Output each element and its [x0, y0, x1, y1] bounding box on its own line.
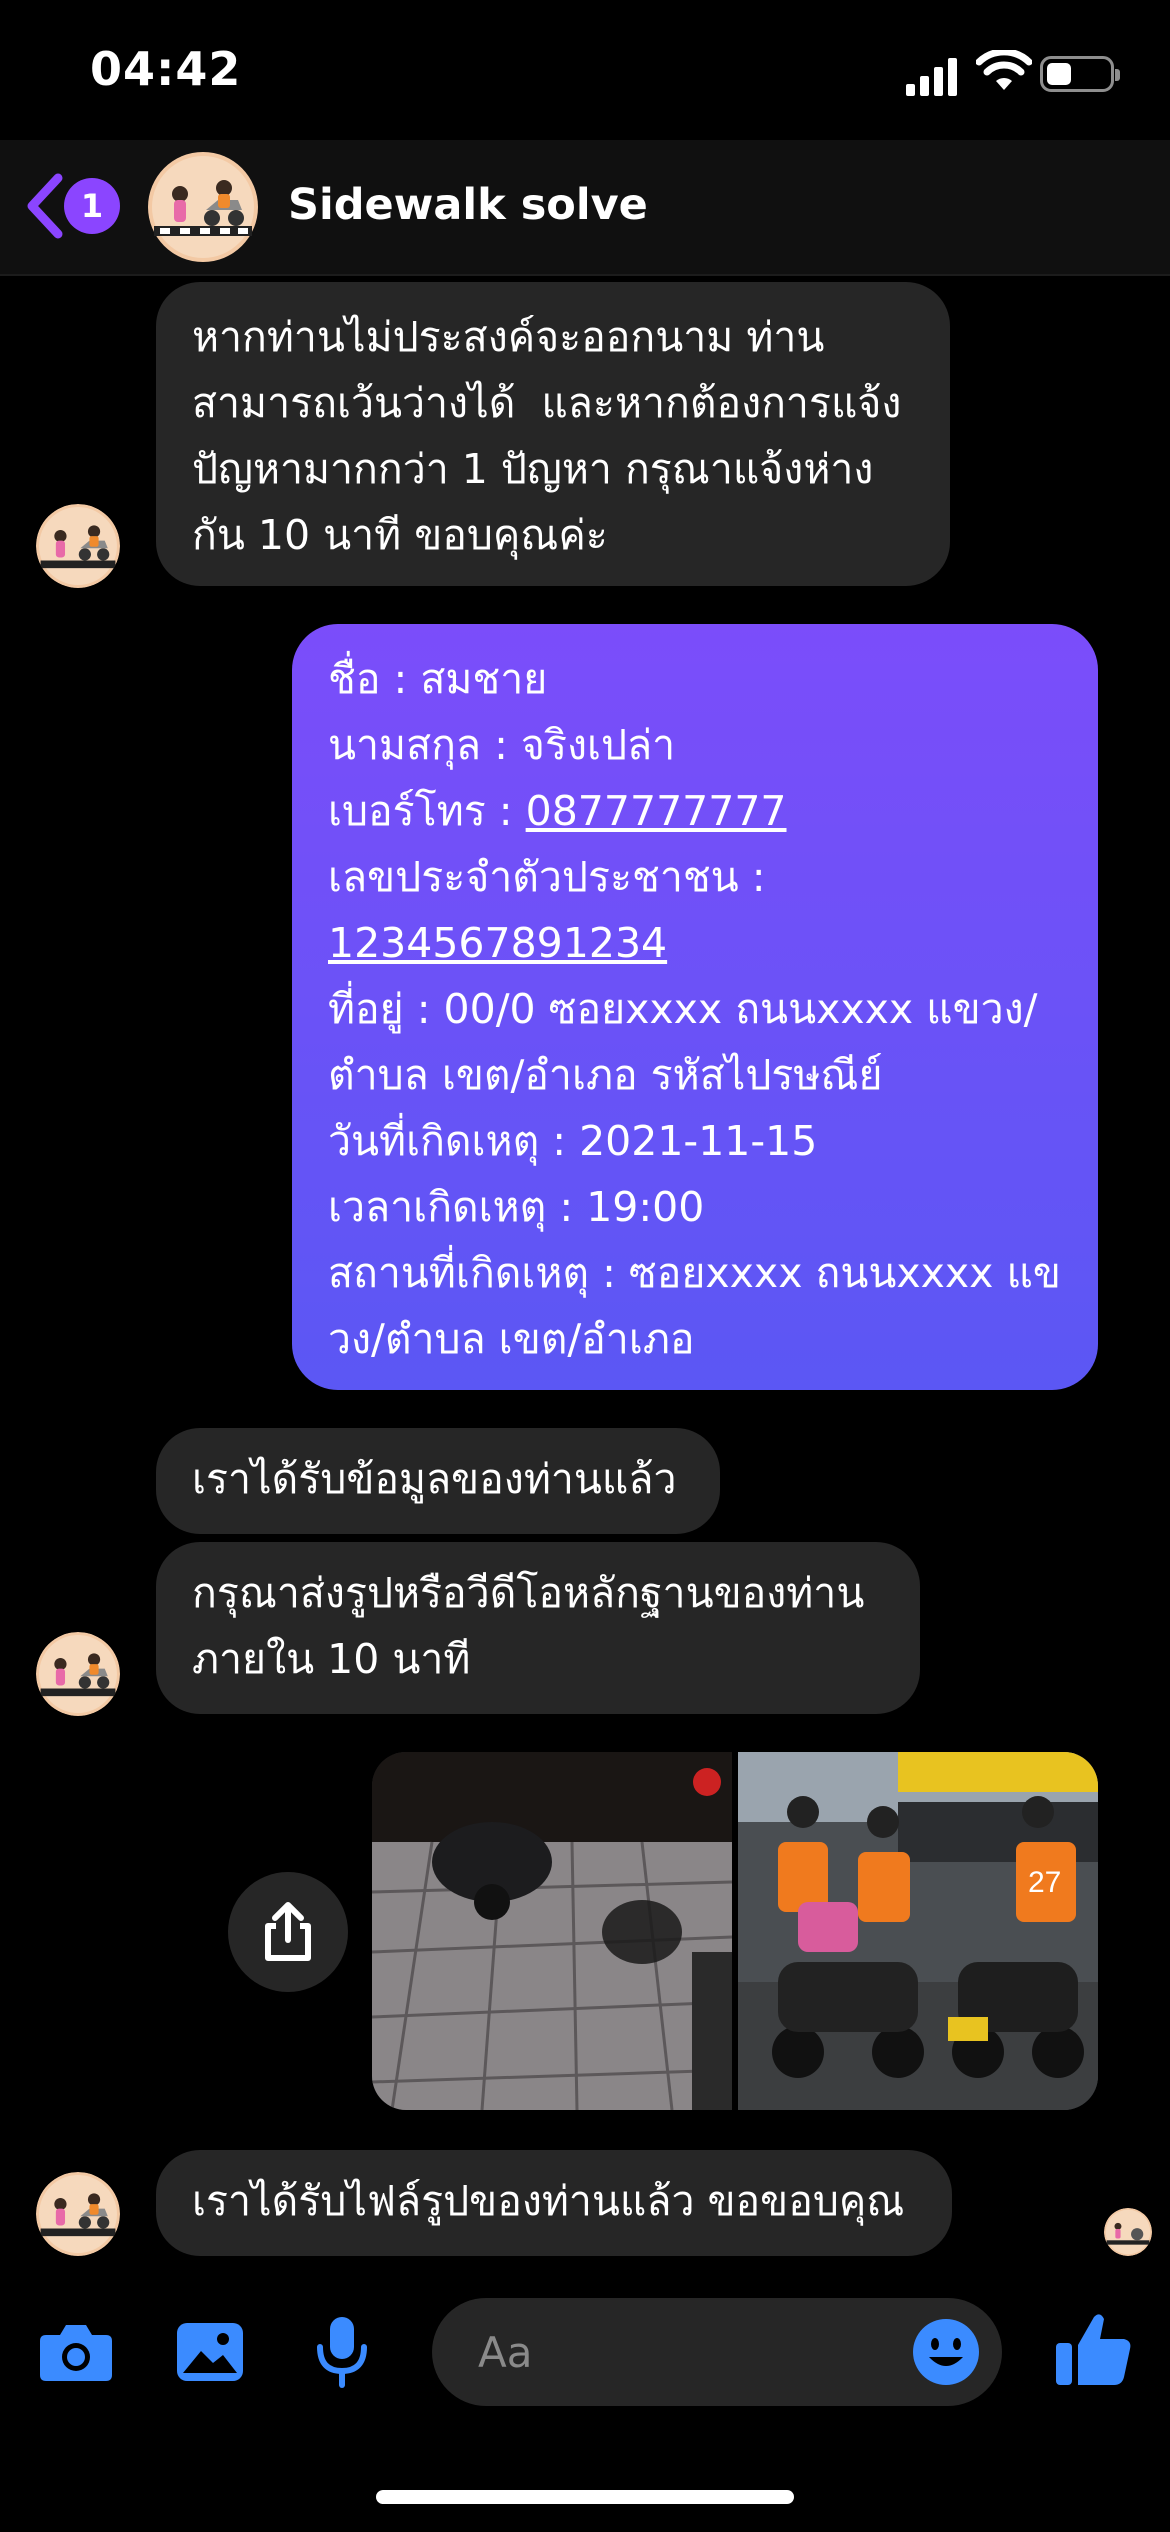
photo-attachment-1[interactable]: [372, 1752, 732, 2110]
wifi-icon: [976, 50, 1032, 90]
contact-avatar[interactable]: [148, 152, 258, 262]
microphone-button[interactable]: [302, 2312, 382, 2392]
message-line-place-1: สถานที่เกิดเหตุ : ซอยxxxx ถนนxxxx แข: [328, 1249, 1061, 1297]
message-line-phone: เบอร์โทร : 0877777777: [328, 778, 1062, 844]
contact-avatar-image: [36, 504, 120, 588]
message-line-time: เวลาเกิดเหตุ : 19:00: [328, 1183, 705, 1231]
motorcycle-taxi-photo: 27: [738, 1752, 1098, 2110]
contact-avatar-image: [1104, 2208, 1152, 2256]
thumbs-up-icon: [1056, 2314, 1131, 2385]
unread-badge: 1: [64, 178, 120, 234]
photo-gallery-icon: [177, 2323, 243, 2381]
message-line-date: วันที่เกิดเหตุ : 2021-11-15: [328, 1117, 818, 1165]
contact-name[interactable]: Sidewalk solve: [288, 180, 648, 230]
contact-avatar-small[interactable]: [36, 1632, 120, 1716]
sidewalk-motorbike-photo: [372, 1752, 732, 2110]
message-line-address-2: ตำบล เขต/อำเภอ รหัสไปรษณีย์: [328, 1051, 883, 1099]
outgoing-message-bubble[interactable]: ชื่อ : สมชาย นามสกุล : จริงเปล่า เบอร์โท…: [292, 624, 1098, 1390]
message-line-place-2: วง/ตำบล เขต/อำเภอ: [328, 1315, 695, 1363]
contact-avatar-small[interactable]: [36, 2172, 120, 2256]
phone-number-link[interactable]: 0877777777: [526, 787, 787, 835]
contact-avatar-image: [148, 152, 258, 262]
emoji-icon: [913, 2319, 979, 2385]
camera-button[interactable]: [36, 2312, 116, 2392]
cellular-signal-icon: [906, 58, 957, 96]
seen-receipt-avatar: [1104, 2208, 1152, 2256]
home-indicator: [376, 2490, 794, 2504]
photo-attachment-2[interactable]: 27: [738, 1752, 1098, 2110]
battery-icon: [1040, 56, 1120, 92]
message-line-name: ชื่อ : สมชาย: [328, 655, 548, 703]
like-button[interactable]: [1050, 2306, 1136, 2392]
share-button[interactable]: [228, 1872, 348, 1992]
incoming-message-bubble[interactable]: เราได้รับไฟล์รูปของท่านแล้ว ขอขอบคุณ: [156, 2150, 952, 2256]
message-input[interactable]: [476, 2326, 900, 2378]
microphone-icon: [317, 2317, 367, 2388]
incoming-message-bubble[interactable]: เราได้รับข้อมูลของท่านแล้ว: [156, 1428, 720, 1534]
incoming-message-bubble[interactable]: กรุณาส่งรูปหรือวีดีโอหลักฐานของท่าน ภายใ…: [156, 1542, 920, 1714]
incoming-message-bubble[interactable]: หากท่านไม่ประสงค์จะออกนาม ท่าน สามารถเว้…: [156, 282, 950, 586]
contact-avatar-image: [36, 2172, 120, 2256]
contact-avatar-image: [36, 1632, 120, 1716]
message-line-id-label: เลขประจำตัวประชาชน :: [328, 853, 766, 901]
message-line-surname: นามสกุล : จริงเปล่า: [328, 721, 676, 769]
id-number-link[interactable]: 1234567891234: [328, 910, 1062, 976]
vest-number: 27: [1028, 1866, 1061, 1899]
status-time: 04:42: [90, 42, 242, 96]
message-line-address-1: ที่อยู่ : 00/0 ซอยxxxx ถนนxxxx แขวง/: [328, 985, 1038, 1033]
share-icon: [265, 1902, 311, 1961]
gallery-button[interactable]: [170, 2312, 250, 2392]
emoji-button[interactable]: [906, 2312, 986, 2392]
camera-icon: [40, 2325, 112, 2381]
contact-avatar-small[interactable]: [36, 504, 120, 588]
phone-label: เบอร์โทร :: [328, 787, 526, 835]
